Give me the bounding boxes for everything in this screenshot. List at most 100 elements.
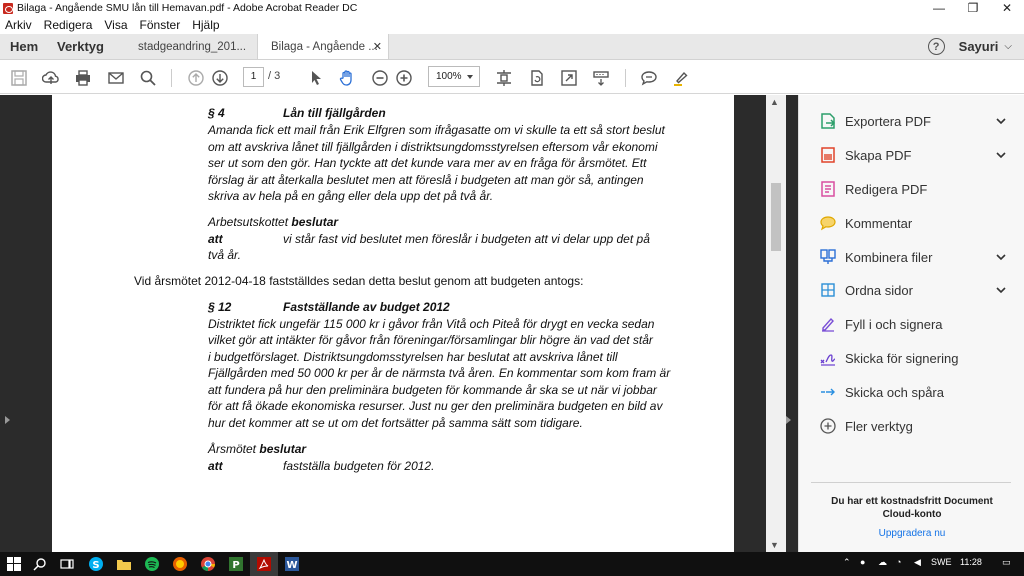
highlight-pen-icon[interactable] bbox=[671, 68, 691, 88]
next-page-icon[interactable] bbox=[210, 68, 230, 88]
send-for-signature-icon bbox=[819, 349, 837, 367]
tool-label: Skicka för signering bbox=[845, 350, 959, 366]
toolbar-divider bbox=[625, 69, 626, 87]
tool-comment[interactable]: Kommentar bbox=[799, 210, 1024, 236]
section-4-att-text: två år. bbox=[208, 248, 241, 262]
tab-home[interactable]: Hem bbox=[0, 34, 47, 59]
maximize-button[interactable]: ❐ bbox=[956, 0, 990, 16]
save-icon[interactable] bbox=[9, 68, 29, 88]
page-number-input[interactable]: 1 bbox=[243, 67, 264, 87]
chevron-down-icon[interactable] bbox=[995, 115, 1007, 127]
document-viewport[interactable]: § 4 Lån till fjällgården Amanda fick ett… bbox=[0, 95, 798, 552]
word-icon[interactable]: W bbox=[284, 556, 300, 572]
skype-icon[interactable]: S bbox=[88, 556, 104, 572]
full-screen-icon[interactable] bbox=[559, 68, 579, 88]
upgrade-now-link[interactable]: Uppgradera nu bbox=[821, 528, 1003, 539]
wifi-icon[interactable]: ◔ bbox=[896, 557, 901, 567]
tab-bar: Hem Verktyg stadgeandring_201... Bilaga … bbox=[0, 34, 1024, 60]
tool-create-pdf[interactable]: Skapa PDF bbox=[799, 142, 1024, 168]
tool-more-tools[interactable]: Fler verktyg bbox=[799, 413, 1024, 439]
section-12-number: § 12 bbox=[208, 300, 232, 314]
scroll-up-icon[interactable]: ▲ bbox=[770, 97, 779, 107]
tool-export-pdf[interactable]: Exportera PDF bbox=[799, 108, 1024, 134]
clock-time[interactable]: 11:28 bbox=[960, 557, 982, 567]
rotate-page-icon[interactable] bbox=[527, 68, 547, 88]
menu-arkiv[interactable]: Arkiv bbox=[5, 18, 32, 32]
read-mode-icon[interactable] bbox=[591, 68, 611, 88]
tab-tools[interactable]: Verktyg bbox=[47, 34, 125, 59]
tab-label: stadgeandring_201... bbox=[138, 40, 247, 53]
close-tab-icon[interactable]: ✕ bbox=[373, 40, 382, 53]
create-pdf-icon bbox=[819, 146, 837, 164]
right-pane-toggle-icon[interactable] bbox=[786, 416, 791, 424]
pane-divider bbox=[811, 482, 1011, 483]
svg-text:S: S bbox=[92, 560, 99, 571]
scrollbar-thumb[interactable] bbox=[771, 183, 781, 251]
zoom-out-icon[interactable] bbox=[370, 68, 390, 88]
zoom-level-select[interactable]: 100% bbox=[428, 66, 480, 87]
tool-edit-pdf[interactable]: Redigera PDF bbox=[799, 176, 1024, 202]
section-4-number: § 4 bbox=[208, 106, 225, 120]
select-cursor-icon[interactable] bbox=[306, 68, 326, 88]
section-4-decision: Arbetsutskottet beslutar bbox=[208, 214, 338, 231]
tool-label: Redigera PDF bbox=[845, 181, 928, 197]
help-icon[interactable]: ? bbox=[927, 38, 945, 55]
fit-page-icon[interactable] bbox=[494, 68, 514, 88]
tool-fill-sign[interactable]: Fyll i och signera bbox=[799, 311, 1024, 337]
edit-pdf-icon bbox=[819, 180, 837, 198]
upload-cloud-icon[interactable] bbox=[41, 68, 61, 88]
export-pdf-icon bbox=[819, 112, 837, 130]
firefox-icon[interactable] bbox=[172, 556, 188, 572]
vertical-scrollbar[interactable]: ▲ ▼ bbox=[766, 95, 786, 552]
project-app-icon[interactable]: P bbox=[228, 556, 244, 572]
email-icon[interactable] bbox=[106, 68, 126, 88]
menu-visa[interactable]: Visa bbox=[104, 18, 127, 32]
tab-document-stadgeandring[interactable]: stadgeandring_201... bbox=[125, 34, 257, 59]
menu-fonster[interactable]: Fönster bbox=[140, 18, 181, 32]
search-icon[interactable] bbox=[138, 68, 158, 88]
tool-label: Skicka och spåra bbox=[845, 384, 944, 400]
volume-icon[interactable]: ◀ bbox=[914, 557, 921, 568]
section-4-att: att bbox=[208, 232, 223, 246]
minimize-button[interactable]: — bbox=[922, 0, 956, 16]
chevron-down-icon[interactable]: ⌵ bbox=[1004, 41, 1012, 52]
notifications-icon[interactable]: ▭ bbox=[1002, 557, 1011, 568]
scroll-down-icon[interactable]: ▼ bbox=[770, 540, 779, 550]
section-12-line: Distriktet fick ungefär 115 000 kr i gåv… bbox=[208, 317, 655, 331]
menu-redigera[interactable]: Redigera bbox=[44, 18, 93, 32]
spotify-icon[interactable] bbox=[144, 556, 160, 572]
print-icon[interactable] bbox=[73, 68, 93, 88]
user-account-name[interactable]: Sayuri bbox=[959, 39, 999, 54]
task-view-icon[interactable] bbox=[59, 556, 75, 572]
tool-send-track[interactable]: Skicka och spåra bbox=[799, 379, 1024, 405]
menu-hjalp[interactable]: Hjälp bbox=[192, 18, 219, 32]
comment-bubble-icon[interactable] bbox=[639, 68, 659, 88]
organize-pages-icon bbox=[819, 281, 837, 299]
search-icon[interactable] bbox=[32, 556, 48, 572]
section-12-line: Fjällgården med 50 000 kr per år de närm… bbox=[208, 366, 671, 380]
chevron-down-icon[interactable] bbox=[995, 251, 1007, 263]
svg-text:W: W bbox=[286, 560, 297, 571]
zoom-in-icon[interactable] bbox=[394, 68, 414, 88]
tool-organize-pages[interactable]: Ordna sidor bbox=[799, 277, 1024, 303]
input-language[interactable]: SWE bbox=[931, 557, 952, 567]
tool-combine-files[interactable]: Kombinera filer bbox=[799, 244, 1024, 270]
tray-expand-icon[interactable]: ⌃ bbox=[843, 557, 851, 568]
file-explorer-icon[interactable] bbox=[116, 556, 132, 572]
onedrive-icon[interactable]: ☁ bbox=[878, 557, 887, 568]
windows-start-icon[interactable] bbox=[6, 556, 22, 572]
chevron-down-icon[interactable] bbox=[995, 284, 1007, 296]
chevron-down-icon[interactable] bbox=[995, 149, 1007, 161]
previous-page-icon[interactable] bbox=[186, 68, 206, 88]
tool-send-for-signature[interactable]: Skicka för signering bbox=[799, 345, 1024, 371]
left-pane-toggle-icon[interactable] bbox=[5, 416, 10, 424]
window-controls: — ❐ ✕ bbox=[922, 0, 1024, 16]
tab-document-bilaga[interactable]: Bilaga - Angående ... ✕ bbox=[257, 34, 389, 59]
chrome-icon[interactable] bbox=[200, 556, 216, 572]
pdf-page: § 4 Lån till fjällgården Amanda fick ett… bbox=[52, 95, 734, 552]
hand-tool-icon[interactable] bbox=[337, 68, 357, 88]
close-window-button[interactable]: ✕ bbox=[990, 0, 1024, 16]
acrobat-taskbar-icon[interactable] bbox=[256, 556, 272, 572]
people-icon[interactable]: ● bbox=[860, 557, 865, 567]
tool-label: Kommentar bbox=[845, 215, 913, 231]
